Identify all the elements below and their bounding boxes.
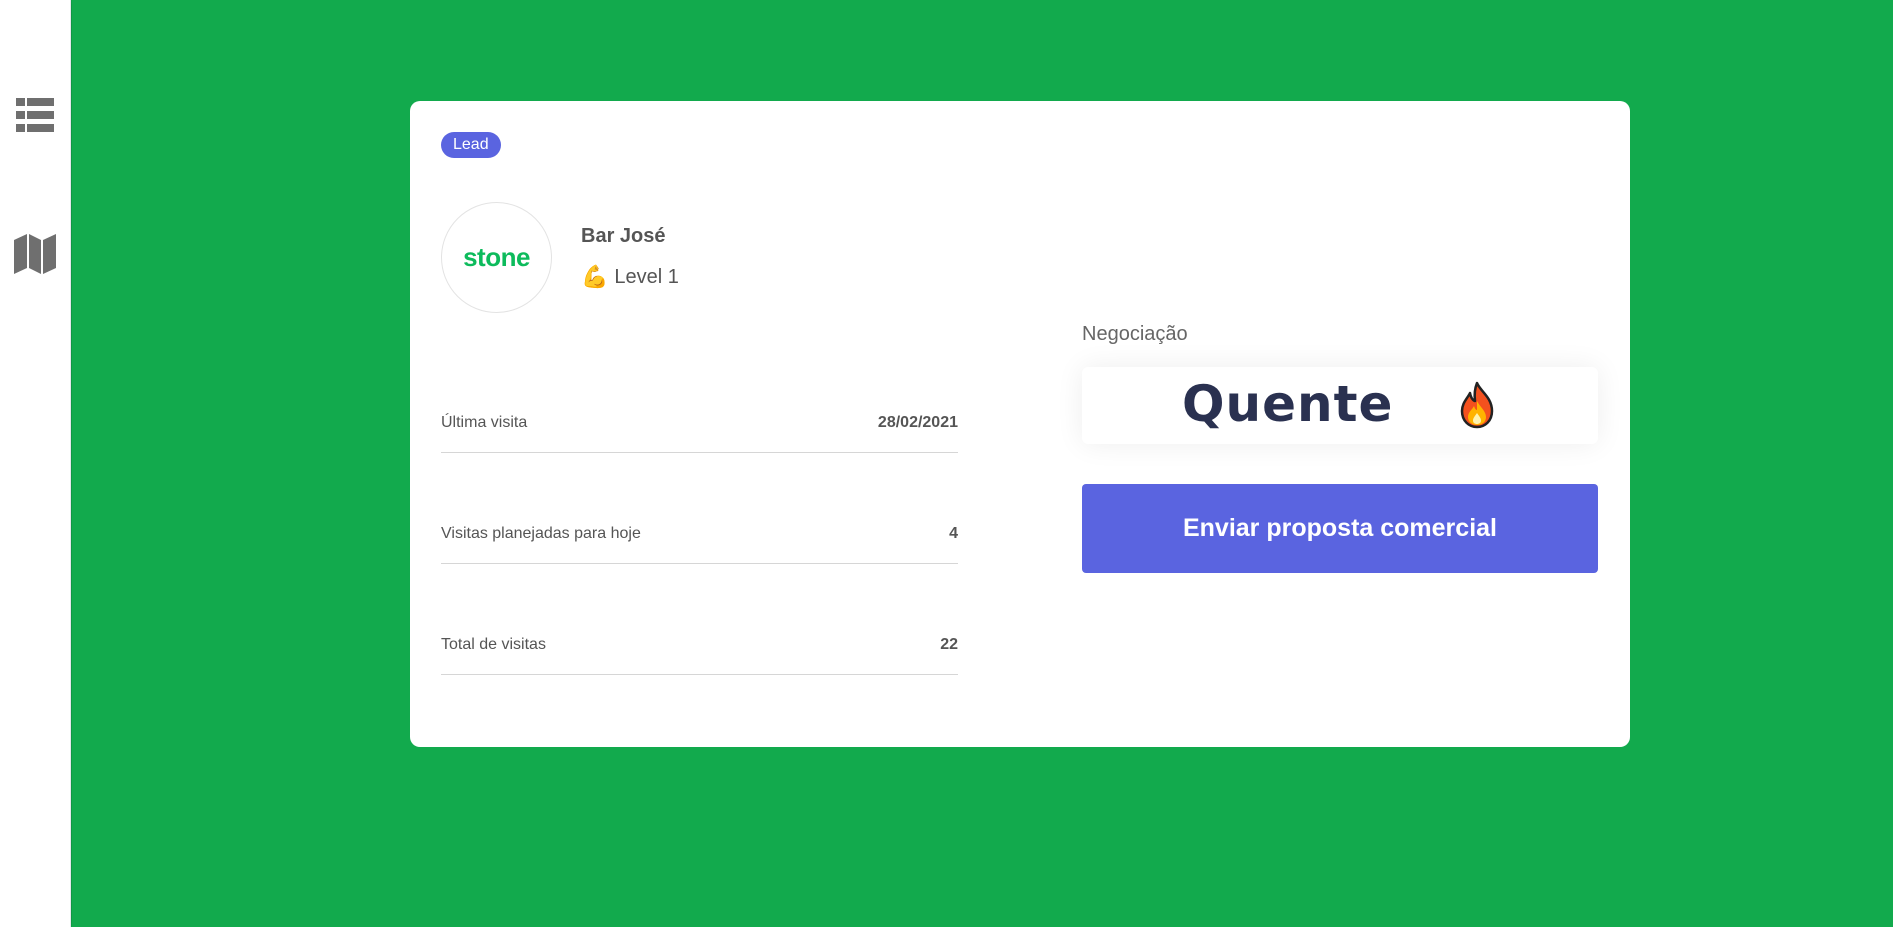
merchant-logo: stone (441, 202, 552, 313)
main-area: Lead stone Bar José 💪 Level 1 Última vis… (72, 0, 1893, 927)
stat-row-planned-visits: Visitas planejadas para hoje 4 (441, 504, 958, 564)
negotiation-value: Quente (1182, 375, 1394, 433)
send-proposal-button[interactable]: Enviar proposta comercial (1082, 484, 1598, 573)
fire-icon (1460, 381, 1494, 429)
stat-value: 22 (940, 635, 958, 653)
stat-label: Visitas planejadas para hoje (441, 524, 641, 542)
level-label: Level 1 (614, 265, 679, 288)
logo-text: stone (463, 242, 530, 272)
map-icon (14, 234, 56, 274)
stat-label: Última visita (441, 413, 528, 431)
stat-value: 4 (949, 524, 958, 542)
stat-row-total-visits: Total de visitas 22 (441, 615, 958, 675)
stat-label: Total de visitas (441, 635, 546, 653)
sidebar (0, 0, 71, 927)
flexed-biceps-icon: 💪 (581, 264, 609, 289)
list-icon (16, 98, 54, 132)
stat-row-last-visit: Última visita 28/02/2021 (441, 393, 958, 453)
level-indicator: 💪 Level 1 (581, 264, 679, 290)
negotiation-status: Quente (1082, 367, 1598, 444)
merchant-name: Bar José (581, 225, 666, 247)
stat-value: 28/02/2021 (877, 413, 958, 431)
lead-card: Lead stone Bar José 💪 Level 1 Última vis… (410, 101, 1630, 747)
negotiation-label: Negociação (1082, 323, 1188, 345)
lead-badge: Lead (441, 132, 501, 158)
list-view-button[interactable] (10, 90, 60, 140)
map-view-button[interactable] (10, 229, 60, 279)
